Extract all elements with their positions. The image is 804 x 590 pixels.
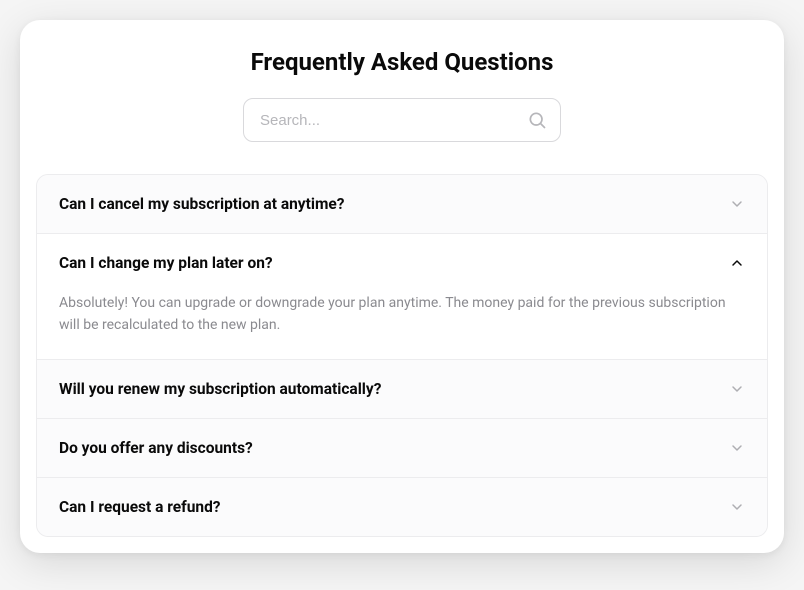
faq-answer: Absolutely! You can upgrade or downgrade… bbox=[37, 292, 767, 359]
faq-question: Will you renew my subscription automatic… bbox=[59, 380, 381, 398]
faq-item: Will you renew my subscription automatic… bbox=[37, 360, 767, 419]
search-box bbox=[243, 98, 561, 142]
faq-item: Do you offer any discounts? bbox=[37, 419, 767, 478]
faq-item-header[interactable]: Can I change my plan later on? bbox=[37, 234, 767, 292]
faq-card: Frequently Asked Questions Can I cancel … bbox=[20, 20, 784, 553]
faq-question: Do you offer any discounts? bbox=[59, 439, 253, 457]
chevron-down-icon bbox=[729, 440, 745, 456]
faq-question: Can I cancel my subscription at anytime? bbox=[59, 195, 344, 213]
faq-item-header[interactable]: Will you renew my subscription automatic… bbox=[37, 360, 767, 418]
faq-item: Can I change my plan later on? Absolutely… bbox=[37, 234, 767, 360]
faq-item: Can I request a refund? bbox=[37, 478, 767, 536]
faq-list: Can I cancel my subscription at anytime?… bbox=[36, 174, 768, 537]
faq-item-header[interactable]: Do you offer any discounts? bbox=[37, 419, 767, 477]
faq-item-header[interactable]: Can I cancel my subscription at anytime? bbox=[37, 175, 767, 233]
search-input[interactable] bbox=[243, 98, 561, 142]
faq-item: Can I cancel my subscription at anytime? bbox=[37, 175, 767, 234]
chevron-down-icon bbox=[729, 196, 745, 212]
chevron-down-icon bbox=[729, 499, 745, 515]
chevron-down-icon bbox=[729, 381, 745, 397]
page-title: Frequently Asked Questions bbox=[20, 48, 784, 76]
faq-question: Can I request a refund? bbox=[59, 498, 221, 516]
chevron-up-icon bbox=[729, 255, 745, 271]
faq-item-header[interactable]: Can I request a refund? bbox=[37, 478, 767, 536]
search-container bbox=[20, 98, 784, 142]
faq-question: Can I change my plan later on? bbox=[59, 254, 273, 272]
